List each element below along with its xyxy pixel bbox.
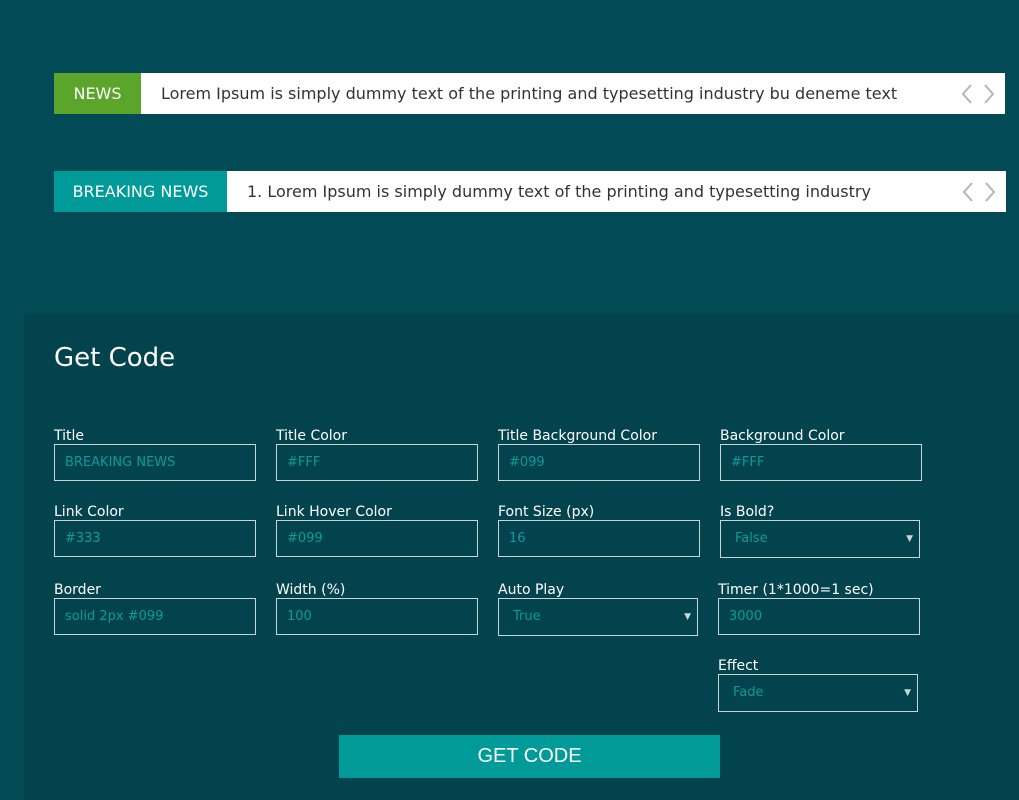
- bg-color-input[interactable]: #FFF: [720, 444, 922, 481]
- width-label: Width (%): [276, 582, 346, 598]
- news-ticker: NEWS Lorem Ipsum is simply dummy text of…: [54, 73, 1005, 114]
- news-ticker-nav: [951, 73, 1005, 114]
- auto-play-select[interactable]: True ▼: [498, 598, 698, 636]
- get-code-panel: Get Code Title BREAKING NEWS Title Color…: [24, 313, 1019, 800]
- breaking-news-ticker: BREAKING NEWS 1. Lorem Ipsum is simply d…: [54, 171, 1006, 212]
- timer-input[interactable]: 3000: [718, 598, 920, 635]
- effect-select[interactable]: Fade ▼: [718, 674, 918, 712]
- link-hover-color-field: Link Hover Color #099: [276, 504, 478, 557]
- news-ticker-link[interactable]: Lorem Ipsum is simply dummy text of the …: [141, 73, 951, 114]
- title-label: Title: [54, 428, 85, 444]
- auto-play-field: Auto Play True ▼: [498, 582, 698, 636]
- news-ticker-title: NEWS: [54, 73, 141, 114]
- is-bold-label: Is Bold?: [720, 504, 775, 520]
- link-hover-color-input[interactable]: #099: [276, 520, 478, 557]
- effect-field: Effect Fade ▼: [718, 658, 918, 712]
- font-size-label: Font Size (px): [498, 504, 595, 520]
- title-bg-color-label: Title Background Color: [498, 428, 657, 444]
- font-size-input[interactable]: 16: [498, 520, 700, 557]
- title-bg-color-field: Title Background Color #099: [498, 428, 700, 481]
- effect-label: Effect: [718, 658, 759, 674]
- chevron-left-icon[interactable]: [961, 181, 975, 203]
- auto-play-select-value: True: [513, 609, 541, 624]
- link-hover-color-label: Link Hover Color: [276, 504, 392, 520]
- bg-color-field: Background Color #FFF: [720, 428, 922, 481]
- triangle-down-icon: ▼: [906, 534, 913, 544]
- width-field: Width (%) 100: [276, 582, 478, 635]
- is-bold-field: Is Bold? False ▼: [720, 504, 920, 558]
- chevron-left-icon[interactable]: [960, 83, 974, 105]
- panel-title: Get Code: [54, 343, 176, 373]
- breaking-news-ticker-nav: [952, 171, 1006, 212]
- link-color-input[interactable]: #333: [54, 520, 256, 557]
- breaking-news-ticker-title: BREAKING NEWS: [54, 171, 227, 212]
- timer-field: Timer (1*1000=1 sec) 3000: [718, 582, 920, 635]
- chevron-right-icon[interactable]: [982, 83, 996, 105]
- link-color-field: Link Color #333: [54, 504, 256, 557]
- auto-play-label: Auto Play: [498, 582, 565, 598]
- title-color-label: Title Color: [276, 428, 348, 444]
- triangle-down-icon: ▼: [904, 688, 911, 698]
- border-field: Border solid 2px #099: [54, 582, 256, 635]
- border-input[interactable]: solid 2px #099: [54, 598, 256, 635]
- font-size-field: Font Size (px) 16: [498, 504, 700, 557]
- title-field: Title BREAKING NEWS: [54, 428, 256, 481]
- title-color-input[interactable]: #FFF: [276, 444, 478, 481]
- triangle-down-icon: ▼: [684, 612, 691, 622]
- timer-label: Timer (1*1000=1 sec): [718, 582, 874, 598]
- title-input[interactable]: BREAKING NEWS: [54, 444, 256, 481]
- is-bold-select-value: False: [735, 531, 768, 546]
- border-label: Border: [54, 582, 101, 598]
- effect-select-value: Fade: [733, 685, 764, 700]
- chevron-right-icon[interactable]: [983, 181, 997, 203]
- is-bold-select[interactable]: False ▼: [720, 520, 920, 558]
- width-input[interactable]: 100: [276, 598, 478, 635]
- get-code-button[interactable]: GET CODE: [339, 735, 720, 778]
- bg-color-label: Background Color: [720, 428, 845, 444]
- breaking-news-ticker-link[interactable]: 1. Lorem Ipsum is simply dummy text of t…: [227, 171, 952, 212]
- link-color-label: Link Color: [54, 504, 124, 520]
- title-bg-color-input[interactable]: #099: [498, 444, 700, 481]
- title-color-field: Title Color #FFF: [276, 428, 478, 481]
